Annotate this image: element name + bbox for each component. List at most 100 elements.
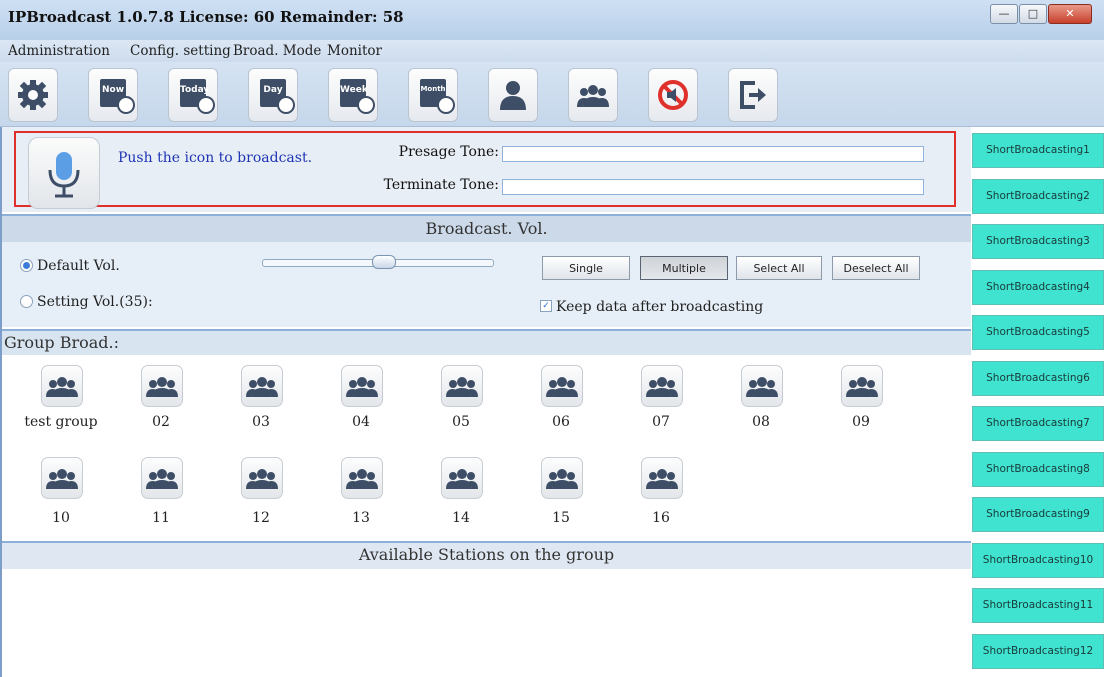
group-item[interactable]: 05 [416, 359, 506, 439]
short-broadcast-button[interactable]: ShortBroadcasting8 [972, 451, 1104, 487]
microphone-icon [48, 152, 80, 198]
short-broadcast-button[interactable]: ShortBroadcasting6 [972, 360, 1104, 396]
group-label: 09 [852, 414, 870, 430]
group-icon[interactable] [341, 365, 383, 407]
short-broadcast-button[interactable]: ShortBroadcasting4 [972, 269, 1104, 305]
group-icon[interactable] [41, 457, 83, 499]
group-icon[interactable] [541, 457, 583, 499]
group-label: 14 [452, 510, 470, 526]
presage-tone-input[interactable] [502, 146, 924, 162]
group-icon[interactable] [641, 457, 683, 499]
group-item[interactable]: 11 [116, 451, 206, 531]
group-tool-button[interactable] [568, 68, 618, 122]
group-icon[interactable] [441, 457, 483, 499]
group-item[interactable]: 16 [616, 451, 706, 531]
menu-bar: Administration Config. setting Broad. Mo… [0, 40, 1104, 62]
settings-tool-button[interactable] [8, 68, 58, 122]
menu-broad-mode[interactable]: Broad. Mode [233, 43, 321, 59]
short-broadcast-button[interactable]: ShortBroadcasting1 [972, 133, 1104, 168]
available-stations-header: Available Stations on the group [2, 541, 971, 569]
group-item[interactable]: 14 [416, 451, 506, 531]
keep-data-checkbox[interactable]: ✓ Keep data after broadcasting [540, 299, 763, 315]
group-item[interactable]: 07 [616, 359, 706, 439]
group-label: 05 [452, 414, 470, 430]
group-icon[interactable] [41, 365, 83, 407]
maximize-button[interactable]: □ [1019, 4, 1047, 24]
short-broadcast-button[interactable]: ShortBroadcasting11 [972, 588, 1104, 623]
menu-config-setting[interactable]: Config. setting [130, 43, 231, 59]
short-broadcast-button[interactable]: ShortBroadcasting9 [972, 497, 1104, 532]
group-item[interactable]: 06 [516, 359, 606, 439]
short-broadcast-button[interactable]: ShortBroadcasting7 [972, 406, 1104, 441]
user-icon [500, 81, 526, 110]
group-item[interactable]: 02 [116, 359, 206, 439]
menu-monitor[interactable]: Monitor [327, 43, 382, 59]
select-all-button[interactable]: Select All [736, 256, 822, 280]
day-schedule-button[interactable]: Day [248, 68, 298, 122]
single-button[interactable]: Single [542, 256, 630, 280]
multiple-button[interactable]: Multiple [640, 256, 728, 280]
gear-icon [18, 80, 48, 110]
group-icon[interactable] [141, 457, 183, 499]
group-label: 15 [552, 510, 570, 526]
setting-volume-radio[interactable]: Setting Vol.(35): [20, 294, 153, 310]
push-instruction: Push the icon to broadcast. [118, 150, 313, 166]
group-label: 02 [152, 414, 170, 430]
clock-icon [437, 96, 455, 114]
group-item[interactable]: 12 [216, 451, 306, 531]
group-item[interactable]: test group [16, 359, 106, 439]
month-schedule-button[interactable]: Month [408, 68, 458, 122]
group-icon[interactable] [441, 365, 483, 407]
group-icon[interactable] [541, 365, 583, 407]
short-broadcast-button[interactable]: ShortBroadcasting2 [972, 178, 1104, 214]
group-item[interactable]: 03 [216, 359, 306, 439]
today-schedule-button[interactable]: Today [168, 68, 218, 122]
stop-broadcast-button[interactable] [648, 68, 698, 122]
group-item[interactable]: 13 [316, 451, 406, 531]
short-broadcast-sidebar: ShortBroadcasting1 ShortBroadcasting2 Shor… [972, 127, 1104, 677]
menu-administration[interactable]: Administration [8, 43, 110, 59]
short-broadcast-button[interactable]: ShortBroadcasting5 [972, 315, 1104, 350]
available-stations-title: Available Stations on the group [358, 545, 615, 564]
toolbar: Now Today Day Week Month [0, 62, 1104, 127]
group-icon[interactable] [841, 365, 883, 407]
user-tool-button[interactable] [488, 68, 538, 122]
short-broadcast-button[interactable]: ShortBroadcasting10 [972, 542, 1104, 578]
group-icon[interactable] [641, 365, 683, 407]
window-title: IPBroadcast 1.0.7.8 License: 60 Remainde… [8, 8, 404, 26]
week-schedule-button[interactable]: Week [328, 68, 378, 122]
title-bar: IPBroadcast 1.0.7.8 License: 60 Remainde… [0, 0, 1104, 40]
group-label: test group [24, 414, 98, 430]
default-volume-radio[interactable]: Default Vol. [20, 258, 120, 274]
group-item[interactable]: 09 [816, 359, 906, 439]
group-icon[interactable] [141, 365, 183, 407]
group-icon[interactable] [241, 365, 283, 407]
short-broadcast-button[interactable]: ShortBroadcasting3 [972, 224, 1104, 259]
group-label: 13 [352, 510, 370, 526]
group-icon[interactable] [341, 457, 383, 499]
deselect-all-button[interactable]: Deselect All [832, 256, 920, 280]
exit-icon [740, 81, 766, 109]
close-button[interactable]: ✕ [1048, 4, 1092, 24]
short-broadcast-button[interactable]: ShortBroadcasting12 [972, 633, 1104, 669]
minimize-button[interactable]: — [990, 4, 1018, 24]
exit-button[interactable] [728, 68, 778, 122]
volume-slider-thumb[interactable] [372, 255, 396, 269]
group-icon[interactable] [241, 457, 283, 499]
main-panel: Push the icon to broadcast. Presage Tone… [0, 127, 973, 677]
group-label: 11 [152, 510, 170, 526]
group-item[interactable]: 15 [516, 451, 606, 531]
presage-tone-label: Presage Tone: [398, 144, 499, 160]
group-item[interactable]: 04 [316, 359, 406, 439]
volume-panel: Default Vol. Setting Vol.(35): Single Mu… [2, 242, 971, 327]
group-label: 04 [352, 414, 370, 430]
group-label: 03 [252, 414, 270, 430]
terminate-tone-input[interactable] [502, 179, 924, 195]
microphone-button[interactable] [28, 137, 100, 209]
group-label: 12 [252, 510, 270, 526]
group-icon[interactable] [741, 365, 783, 407]
now-schedule-button[interactable]: Now [88, 68, 138, 122]
group-item[interactable]: 10 [16, 451, 106, 531]
group-item[interactable]: 08 [716, 359, 806, 439]
group-broad-title: Group Broad.: [4, 333, 119, 352]
